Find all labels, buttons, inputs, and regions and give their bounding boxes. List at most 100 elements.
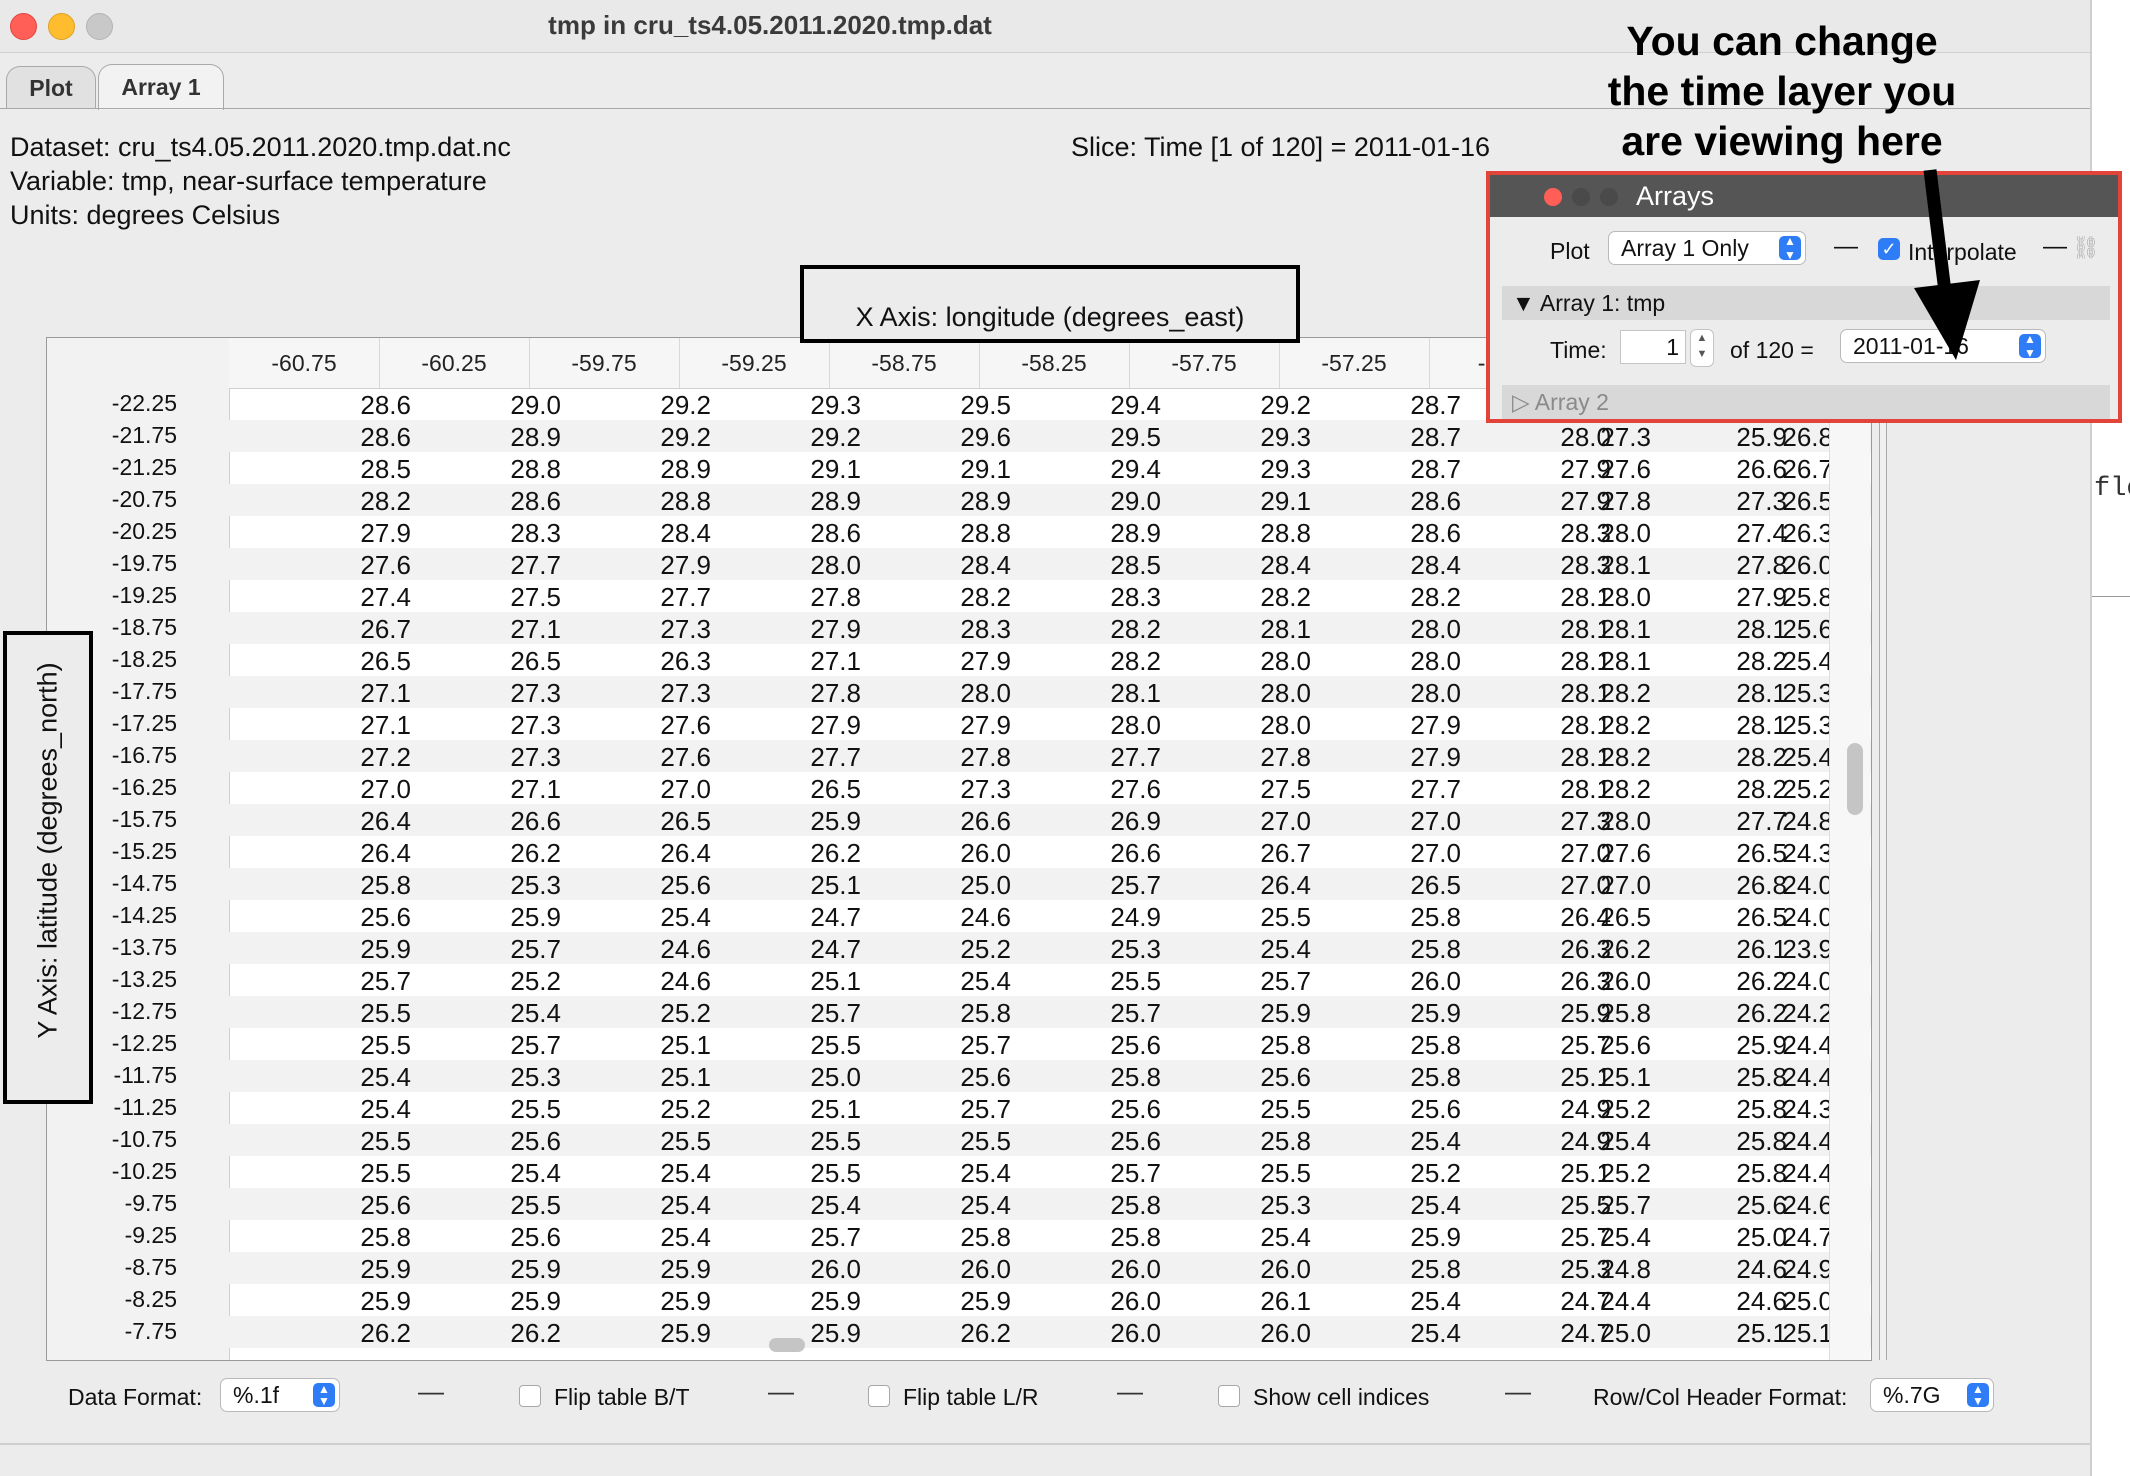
vertical-scrollbar[interactable] (1829, 338, 1870, 1360)
table-cell[interactable]: 27.0 (311, 774, 411, 805)
horizontal-scroll-thumb[interactable] (769, 1338, 805, 1352)
table-cell[interactable]: 27.6 (311, 550, 411, 581)
table-cell[interactable]: 25.6 (1061, 1126, 1161, 1157)
table-cell[interactable]: 28.0 (761, 550, 861, 581)
table-cell[interactable]: 28.0 (1551, 806, 1651, 837)
table-row[interactable]: -17.75 27.1 27.3 27.3 27.8 28.0 28.1 28.0 28.0 28… (47, 676, 1871, 708)
table-cell[interactable]: 27.1 (311, 710, 411, 741)
table-cell[interactable]: 27.9 (911, 710, 1011, 741)
table-cell[interactable]: 29.1 (761, 454, 861, 485)
table-cell[interactable]: 26.1 (1211, 1286, 1311, 1317)
table-cell[interactable]: 28.0 (1211, 678, 1311, 709)
table-cell[interactable]: 28.2 (1551, 678, 1651, 709)
table-cell[interactable]: 25.2 (1551, 1158, 1651, 1189)
table-cell[interactable]: 26.2 (911, 1318, 1011, 1349)
table-cell[interactable]: 25.7 (1061, 870, 1161, 901)
table-cell[interactable]: 25.5 (311, 1030, 411, 1061)
table-cell[interactable]: 27.6 (611, 742, 711, 773)
table-cell[interactable]: 25.6 (1211, 1062, 1311, 1093)
table-cell[interactable]: 25.4 (611, 1158, 711, 1189)
table-cell[interactable]: 25.6 (461, 1222, 561, 1253)
table-cell[interactable]: 25.8 (1361, 902, 1461, 933)
table-cell[interactable]: 28.9 (761, 486, 861, 517)
arrays-zoom-button[interactable] (1600, 188, 1618, 206)
table-row[interactable]: -9.25 25.8 25.6 25.4 25.7 25.8 25.8 25.4 25.9 25.… (47, 1220, 1871, 1252)
table-cell[interactable]: 25.5 (311, 1126, 411, 1157)
table-cell[interactable]: 24.3 (1743, 838, 1833, 869)
table-cell[interactable]: 25.2 (911, 934, 1011, 965)
table-cell[interactable]: 25.4 (311, 1062, 411, 1093)
table-cell[interactable]: 25.7 (1211, 966, 1311, 997)
table-row[interactable]: -12.25 25.5 25.7 25.1 25.5 25.7 25.6 25.8 25.8 25… (47, 1028, 1871, 1060)
table-row[interactable]: -11.25 25.4 25.5 25.2 25.1 25.7 25.6 25.5 25.6 24… (47, 1092, 1871, 1124)
table-cell[interactable]: 25.7 (461, 934, 561, 965)
table-cell[interactable]: 25.8 (1361, 934, 1461, 965)
table-cell[interactable]: 25.2 (1361, 1158, 1461, 1189)
table-cell[interactable]: 28.8 (461, 454, 561, 485)
table-row[interactable]: -14.25 25.6 25.9 25.4 24.7 24.6 24.9 25.5 25.8 26… (47, 900, 1871, 932)
table-cell[interactable]: 27.4 (311, 582, 411, 613)
table-cell[interactable]: 27.8 (911, 742, 1011, 773)
table-cell[interactable]: 26.5 (1743, 486, 1833, 517)
table-cell[interactable]: 24.3 (1743, 1094, 1833, 1125)
table-cell[interactable]: 27.8 (1551, 486, 1651, 517)
table-row[interactable]: -15.25 26.4 26.2 26.4 26.2 26.0 26.6 26.7 27.0 27… (47, 836, 1871, 868)
table-cell[interactable]: 25.4 (1551, 1126, 1651, 1157)
table-cell[interactable]: 28.4 (911, 550, 1011, 581)
table-cell[interactable]: 27.7 (1361, 774, 1461, 805)
table-cell[interactable]: 25.8 (911, 1222, 1011, 1253)
table-cell[interactable]: 26.8 (1743, 422, 1833, 453)
table-row[interactable]: -20.75 28.2 28.6 28.8 28.9 28.9 29.0 29.1 28.6 27… (47, 484, 1871, 516)
table-cell[interactable]: 26.2 (311, 1318, 411, 1349)
table-row[interactable]: -10.25 25.5 25.4 25.4 25.5 25.4 25.7 25.5 25.2 25… (47, 1156, 1871, 1188)
table-cell[interactable]: 27.1 (311, 678, 411, 709)
table-row[interactable]: -17.25 27.1 27.3 27.6 27.9 27.9 28.0 28.0 27.9 28… (47, 708, 1871, 740)
table-cell[interactable]: 28.0 (911, 678, 1011, 709)
table-cell[interactable]: 24.8 (1743, 806, 1833, 837)
table-cell[interactable]: 24.4 (1743, 1158, 1833, 1189)
show-cell-indices-checkbox[interactable] (1218, 1385, 1240, 1407)
table-cell[interactable]: 25.7 (1551, 1190, 1651, 1221)
table-cell[interactable]: 26.7 (1743, 454, 1833, 485)
table-cell[interactable]: 28.4 (1361, 550, 1461, 581)
time-index-field[interactable]: 1 (1620, 330, 1686, 364)
table-cell[interactable]: 28.9 (611, 454, 711, 485)
table-cell[interactable]: 25.0 (761, 1062, 861, 1093)
table-cell[interactable]: 25.5 (461, 1094, 561, 1125)
table-cell[interactable]: 25.9 (461, 902, 561, 933)
table-row[interactable]: -18.25 26.5 26.5 26.3 27.1 27.9 28.2 28.0 28.0 28… (47, 644, 1871, 676)
table-cell[interactable]: 25.4 (1551, 1222, 1651, 1253)
table-cell[interactable]: 25.0 (1743, 1286, 1833, 1317)
table-cell[interactable]: 26.3 (1743, 518, 1833, 549)
table-cell[interactable]: 25.5 (1211, 1158, 1311, 1189)
table-cell[interactable]: 25.8 (311, 870, 411, 901)
arrays-minimize-button[interactable] (1572, 188, 1590, 206)
table-cell[interactable]: 25.4 (911, 1190, 1011, 1221)
table-cell[interactable]: 27.3 (461, 678, 561, 709)
table-cell[interactable]: 24.4 (1743, 1126, 1833, 1157)
table-cell[interactable]: 25.6 (1361, 1094, 1461, 1125)
table-cell[interactable]: 24.0 (1743, 902, 1833, 933)
table-cell[interactable]: 28.6 (761, 518, 861, 549)
table-cell[interactable]: 27.6 (1551, 454, 1651, 485)
table-cell[interactable]: 27.8 (761, 582, 861, 613)
table-row[interactable]: -10.75 25.5 25.6 25.5 25.5 25.5 25.6 25.8 25.4 24… (47, 1124, 1871, 1156)
table-cell[interactable]: 26.0 (1061, 1318, 1161, 1349)
table-cell[interactable]: 29.2 (611, 390, 711, 421)
table-cell[interactable]: 25.4 (1361, 1318, 1461, 1349)
table-cell[interactable]: 25.7 (1061, 998, 1161, 1029)
table-cell[interactable]: 25.7 (761, 1222, 861, 1253)
table-cell[interactable]: 25.6 (911, 1062, 1011, 1093)
table-cell[interactable]: 29.5 (911, 390, 1011, 421)
table-cell[interactable]: 27.3 (611, 678, 711, 709)
table-cell[interactable]: 25.4 (1743, 646, 1833, 677)
table-cell[interactable]: 25.1 (761, 1094, 861, 1125)
table-cell[interactable]: 25.5 (1061, 966, 1161, 997)
table-cell[interactable]: 28.3 (461, 518, 561, 549)
table-cell[interactable]: 28.0 (1211, 646, 1311, 677)
table-cell[interactable]: 28.2 (1551, 710, 1651, 741)
table-cell[interactable]: 25.3 (461, 870, 561, 901)
table-cell[interactable]: 25.7 (461, 1030, 561, 1061)
table-cell[interactable]: 27.1 (461, 774, 561, 805)
table-cell[interactable]: 25.6 (311, 1190, 411, 1221)
